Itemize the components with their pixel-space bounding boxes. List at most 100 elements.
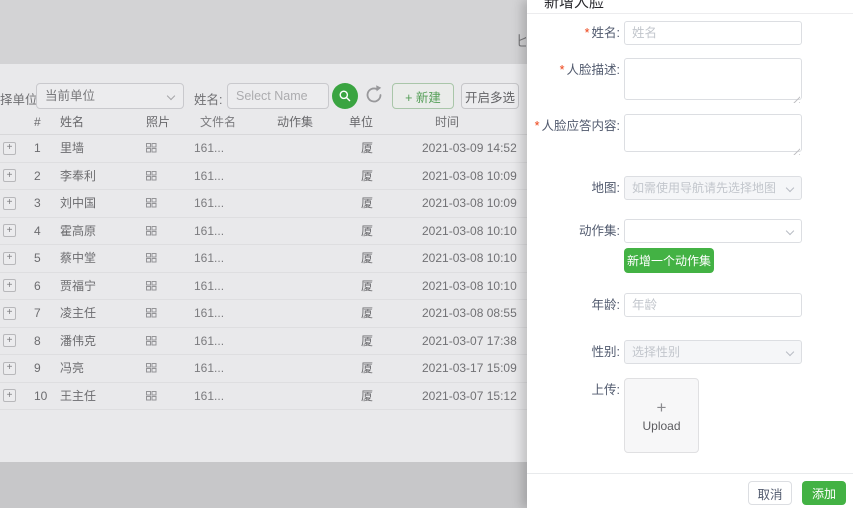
table-row[interactable]: + 4 霍高原 161... 厦 2021-03-08 10:10 bbox=[0, 218, 545, 246]
name-field-label: *姓名: bbox=[527, 21, 624, 45]
expand-row-button[interactable]: + bbox=[3, 279, 16, 292]
expand-row-button[interactable]: + bbox=[3, 224, 16, 237]
gender-select[interactable]: 选择性别 bbox=[624, 340, 802, 364]
table-row[interactable]: + 1 里墙 161... 厦 2021-03-09 14:52 bbox=[0, 135, 545, 163]
row-name: 贾福宁 bbox=[56, 273, 136, 300]
row-filename: 161... bbox=[191, 218, 263, 245]
field-upload: 上传: + Upload bbox=[527, 378, 847, 453]
plus-icon: + bbox=[657, 399, 667, 417]
row-unit: 厦 bbox=[345, 328, 420, 355]
row-filename: 161... bbox=[191, 245, 263, 272]
map-select[interactable]: 如需使用导航请先选择地图 bbox=[624, 176, 802, 200]
name-filter-label: 姓名: bbox=[194, 89, 222, 108]
toolbar: 择单位: 当前单位 姓名: + 新建 开启多选 bbox=[0, 83, 545, 109]
search-icon bbox=[338, 89, 352, 103]
row-actionset bbox=[263, 328, 345, 355]
add-action-set-button[interactable]: 新增一个动作集 bbox=[624, 248, 714, 273]
expand-row-button[interactable]: + bbox=[3, 389, 16, 402]
row-name: 王主任 bbox=[56, 383, 136, 410]
row-name: 霍高原 bbox=[56, 218, 136, 245]
unit-filter-value: 当前单位 bbox=[45, 89, 95, 103]
screen: 择单位: 当前单位 姓名: + 新建 开启多选 bbox=[0, 0, 853, 508]
row-actionset bbox=[263, 300, 345, 327]
expand-row-button[interactable]: + bbox=[3, 169, 16, 182]
table-row[interactable]: + 10 王主任 161... 厦 2021-03-07 15:12 bbox=[0, 383, 545, 411]
table-header-row: # 姓名 照片 文件名 动作集 单位 时间 bbox=[0, 110, 545, 135]
row-unit: 厦 bbox=[345, 163, 420, 190]
row-filename: 161... bbox=[191, 355, 263, 382]
expand-row-button[interactable]: + bbox=[3, 252, 16, 265]
unit-filter-select[interactable]: 当前单位 bbox=[36, 83, 184, 109]
required-mark: * bbox=[585, 26, 590, 40]
enable-multiselect-button[interactable]: 开启多选 bbox=[461, 83, 519, 109]
clipped-background-glyph: 匕 bbox=[516, 31, 526, 49]
row-actionset bbox=[263, 355, 345, 382]
row-actionset bbox=[263, 218, 345, 245]
row-unit: 厦 bbox=[345, 190, 420, 217]
required-mark: * bbox=[535, 119, 540, 133]
expand-row-button[interactable]: + bbox=[3, 197, 16, 210]
expand-row-button[interactable]: + bbox=[3, 334, 16, 347]
row-index: 7 bbox=[26, 300, 56, 327]
chevron-down-icon bbox=[786, 227, 794, 235]
photo-thumbnail-icon bbox=[146, 143, 157, 153]
row-index: 5 bbox=[26, 245, 56, 272]
face-description-label: *人脸描述: bbox=[527, 58, 624, 82]
header-filename: 文件名 bbox=[191, 110, 263, 134]
expand-row-button[interactable]: + bbox=[3, 362, 16, 375]
age-field-input[interactable] bbox=[624, 293, 802, 317]
expand-row-button[interactable]: + bbox=[3, 307, 16, 320]
upload-dropzone[interactable]: + Upload bbox=[624, 378, 699, 453]
table-row[interactable]: + 2 李奉利 161... 厦 2021-03-08 10:09 bbox=[0, 163, 545, 191]
field-age: 年龄: bbox=[527, 293, 847, 317]
table-row[interactable]: + 8 潘伟克 161... 厦 2021-03-07 17:38 bbox=[0, 328, 545, 356]
row-filename: 161... bbox=[191, 163, 263, 190]
gender-field-label: 性别: bbox=[527, 340, 624, 364]
cancel-button[interactable]: 取消 bbox=[748, 481, 792, 505]
field-gender: 性别: 选择性别 bbox=[527, 340, 847, 364]
row-index: 9 bbox=[26, 355, 56, 382]
action-set-select[interactable] bbox=[624, 219, 802, 243]
name-field-input[interactable] bbox=[624, 21, 802, 45]
expand-row-button[interactable]: + bbox=[3, 142, 16, 155]
table-row[interactable]: + 9 冯亮 161... 厦 2021-03-17 15:09 bbox=[0, 355, 545, 383]
add-button[interactable]: 添加 bbox=[802, 481, 846, 505]
row-index: 2 bbox=[26, 163, 56, 190]
chevron-down-icon bbox=[786, 348, 794, 356]
search-button[interactable] bbox=[332, 83, 358, 109]
face-reply-textarea[interactable] bbox=[624, 114, 802, 152]
row-name: 里墙 bbox=[56, 135, 136, 162]
content-card: 择单位: 当前单位 姓名: + 新建 开启多选 bbox=[0, 64, 545, 462]
map-select-placeholder: 如需使用导航请先选择地图 bbox=[632, 181, 776, 195]
header-unit: 单位 bbox=[345, 110, 420, 134]
row-index: 4 bbox=[26, 218, 56, 245]
field-face-reply: *人脸应答内容: bbox=[527, 114, 847, 157]
row-name: 李奉利 bbox=[56, 163, 136, 190]
new-face-drawer: 新增人脸 *姓名: *人脸描述: *人脸应答内容: 地图: 如需使用导航请先选择… bbox=[527, 0, 853, 508]
new-record-button[interactable]: + 新建 bbox=[392, 83, 454, 109]
header-expand bbox=[0, 110, 26, 134]
table-row[interactable]: + 7 凌主任 161... 厦 2021-03-08 08:55 bbox=[0, 300, 545, 328]
name-search-input[interactable] bbox=[227, 83, 329, 109]
refresh-icon bbox=[363, 84, 385, 106]
upload-text: Upload bbox=[642, 419, 680, 433]
table-row[interactable]: + 3 刘中国 161... 厦 2021-03-08 10:09 bbox=[0, 190, 545, 218]
field-action-set: 动作集: bbox=[527, 219, 847, 243]
photo-thumbnail-icon bbox=[146, 281, 157, 291]
photo-thumbnail-icon bbox=[146, 391, 157, 401]
drawer-footer-divider bbox=[527, 473, 853, 474]
refresh-button[interactable] bbox=[362, 84, 386, 108]
row-actionset bbox=[263, 273, 345, 300]
row-actionset bbox=[263, 383, 345, 410]
chevron-down-icon bbox=[167, 92, 175, 100]
row-index: 10 bbox=[26, 383, 56, 410]
table-row[interactable]: + 6 贾福宁 161... 厦 2021-03-08 10:10 bbox=[0, 273, 545, 301]
table-row[interactable]: + 5 蔡中堂 161... 厦 2021-03-08 10:10 bbox=[0, 245, 545, 273]
row-name: 蔡中堂 bbox=[56, 245, 136, 272]
header-actionset: 动作集 bbox=[263, 110, 345, 134]
photo-thumbnail-icon bbox=[146, 336, 157, 346]
row-unit: 厦 bbox=[345, 355, 420, 382]
row-filename: 161... bbox=[191, 190, 263, 217]
face-description-textarea[interactable] bbox=[624, 58, 802, 100]
row-unit: 厦 bbox=[345, 218, 420, 245]
